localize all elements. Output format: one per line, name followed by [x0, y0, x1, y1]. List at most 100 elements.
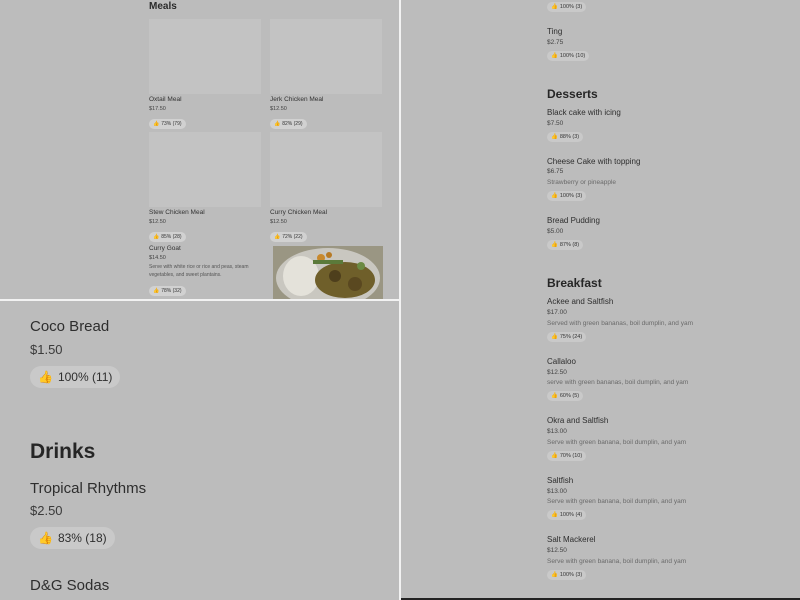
menu-item-jerk-chicken[interactable]: Jerk Chicken Meal $12.50 👍 82% (29) — [270, 19, 382, 130]
rating-badge: 👍 78% (32) — [149, 286, 186, 296]
ting-price: $2.75 — [547, 39, 564, 46]
ackee-saltfish-name[interactable]: Ackee and Saltfish — [547, 297, 613, 306]
thumbs-up-icon: 👍 — [551, 53, 558, 59]
rating-text: 85% (28) — [161, 234, 182, 240]
coco-bread-price: $1.50 — [30, 342, 63, 357]
callaloo-name[interactable]: Callaloo — [547, 357, 576, 366]
thumbs-up-icon: 👍 — [551, 134, 558, 140]
rating-text: 73% (79) — [161, 121, 182, 127]
drinks-section-title: Drinks — [30, 440, 96, 463]
thumbs-up-icon: 👍 — [551, 393, 558, 399]
black-cake-name[interactable]: Black cake with icing — [547, 108, 621, 117]
rating-text: 82% (29) — [282, 121, 303, 127]
thumbs-up-icon: 👍 — [274, 121, 281, 127]
item-name: Jerk Chicken Meal — [270, 96, 324, 103]
item-image-placeholder — [270, 19, 382, 94]
tropical-rhythms-name[interactable]: Tropical Rhythms — [30, 480, 146, 497]
menu-item-oxtail[interactable]: Oxtail Meal $17.50 👍 73% (79) — [149, 19, 261, 130]
menu-item-curry-chicken[interactable]: Curry Chicken Meal $12.50 👍 72% (22) — [270, 132, 382, 243]
okra-saltfish-description: Serve with green banana, boil dumplin, a… — [547, 439, 687, 446]
cheese-cake-description: Strawberry or pineapple — [547, 179, 617, 186]
meals-panel: Meals Oxtail Meal $17.50 👍 73% (79) Jerk… — [0, 0, 399, 299]
panel-divider-vertical — [399, 0, 401, 600]
thumbs-up-icon: 👍 — [274, 234, 281, 240]
item-price: $12.50 — [149, 219, 166, 225]
menu-item-stew-chicken[interactable]: Stew Chicken Meal $12.50 👍 85% (28) — [149, 132, 261, 243]
item-image-placeholder — [149, 132, 261, 207]
item-price: $14.50 — [149, 255, 166, 261]
black-cake-price: $7.50 — [547, 120, 564, 127]
thumbs-up-icon: 👍 — [153, 121, 160, 127]
ackee-saltfish-rating-badge: 👍 75% (24) — [547, 332, 587, 342]
item-price: $12.50 — [270, 106, 287, 112]
salt-mackerel-description: Serve with green banana, boil dumplin, a… — [547, 558, 687, 565]
item-price: $12.50 — [270, 219, 287, 225]
curry-goat-food-image — [273, 246, 383, 299]
rating-badge: 👍 82% (29) — [270, 119, 307, 129]
rating-text: 72% (22) — [282, 234, 303, 240]
rating-text: 70% (10) — [559, 453, 583, 459]
rating-text: 83% (18) — [57, 531, 107, 545]
rating-badge: 👍 85% (28) — [149, 232, 186, 242]
rating-badge: 👍 100% (3) — [547, 2, 587, 12]
thumbs-up-icon: 👍 — [551, 572, 558, 578]
item-price: $17.50 — [149, 106, 166, 112]
rating-text: 75% (24) — [559, 334, 583, 340]
rating-text: 78% (32) — [161, 288, 182, 294]
salt-mackerel-rating-badge: 👍 100% (3) — [547, 570, 587, 580]
bread-pudding-name[interactable]: Bread Pudding — [547, 216, 600, 225]
ting-rating-badge: 👍 100% (10) — [547, 51, 590, 61]
rating-text: 60% (5) — [559, 393, 580, 399]
meals-section-title: Meals — [149, 1, 177, 12]
rating-text: 87% (8) — [559, 242, 580, 248]
tropical-rhythms-price: $2.50 — [30, 503, 63, 518]
item-image-placeholder — [270, 132, 382, 207]
bread-pudding-price: $5.00 — [547, 228, 564, 235]
rating-text: 100% (4) — [559, 512, 583, 518]
thumbs-up-icon: 👍 — [551, 193, 558, 199]
thumbs-up-icon: 👍 — [551, 4, 558, 10]
callaloo-description: serve with green bananas, boil dumplin, … — [547, 379, 689, 386]
item-name: Stew Chicken Meal — [149, 209, 205, 216]
thumbs-up-icon: 👍 — [551, 512, 558, 518]
rating-text: 100% (10) — [559, 53, 586, 59]
saltfish-description: Serve with green banana, boil dumplin, a… — [547, 498, 687, 505]
cheese-cake-price: $6.75 — [547, 168, 564, 175]
item-description: Serve with white rice or rice and peas, … — [149, 264, 249, 278]
item-name: Curry Goat — [149, 245, 181, 252]
bread-pudding-rating-badge: 👍 87% (8) — [547, 240, 584, 250]
saltfish-price: $13.00 — [547, 488, 567, 495]
cheese-cake-name[interactable]: Cheese Cake with topping — [547, 157, 640, 166]
item-name: Curry Chicken Meal — [270, 209, 328, 216]
thumbs-up-icon: 👍 — [38, 531, 53, 545]
dg-sodas-name[interactable]: D&G Sodas — [30, 577, 109, 594]
desserts-section-title: Desserts — [547, 87, 598, 101]
thumbs-up-icon: 👍 — [551, 242, 558, 248]
callaloo-price: $12.50 — [547, 369, 567, 376]
saltfish-rating-badge: 👍 100% (4) — [547, 510, 587, 520]
coco-bread-name[interactable]: Coco Bread — [30, 318, 109, 335]
rating-text: 100% (11) — [57, 370, 113, 384]
rating-text: 100% (3) — [559, 193, 583, 199]
thumbs-up-icon: 👍 — [38, 370, 53, 384]
saltfish-name[interactable]: Saltfish — [547, 476, 573, 485]
rating-badge: 👍 73% (79) — [149, 119, 186, 129]
thumbs-up-icon: 👍 — [551, 453, 558, 459]
rating-text: 100% (3) — [559, 572, 583, 578]
okra-saltfish-name[interactable]: Okra and Saltfish — [547, 416, 608, 425]
ackee-saltfish-price: $17.00 — [547, 309, 567, 316]
item-name: Oxtail Meal — [149, 96, 182, 103]
cheese-cake-rating-badge: 👍 100% (3) — [547, 191, 587, 201]
salt-mackerel-name[interactable]: Salt Mackerel — [547, 535, 595, 544]
okra-saltfish-price: $13.00 — [547, 428, 567, 435]
ackee-saltfish-description: Served with green bananas, boil dumplin,… — [547, 320, 693, 327]
item-image-placeholder — [149, 19, 261, 94]
black-cake-rating-badge: 👍 88% (3) — [547, 132, 584, 142]
ting-name[interactable]: Ting — [547, 27, 562, 36]
panel-divider-horizontal — [0, 299, 399, 301]
rating-text: 88% (3) — [559, 134, 580, 140]
salt-mackerel-price: $12.50 — [547, 547, 567, 554]
okra-saltfish-rating-badge: 👍 70% (10) — [547, 451, 587, 461]
menu-item-curry-goat[interactable]: Curry Goat $14.50 Serve with white rice … — [149, 245, 269, 297]
thumbs-up-icon: 👍 — [551, 334, 558, 340]
